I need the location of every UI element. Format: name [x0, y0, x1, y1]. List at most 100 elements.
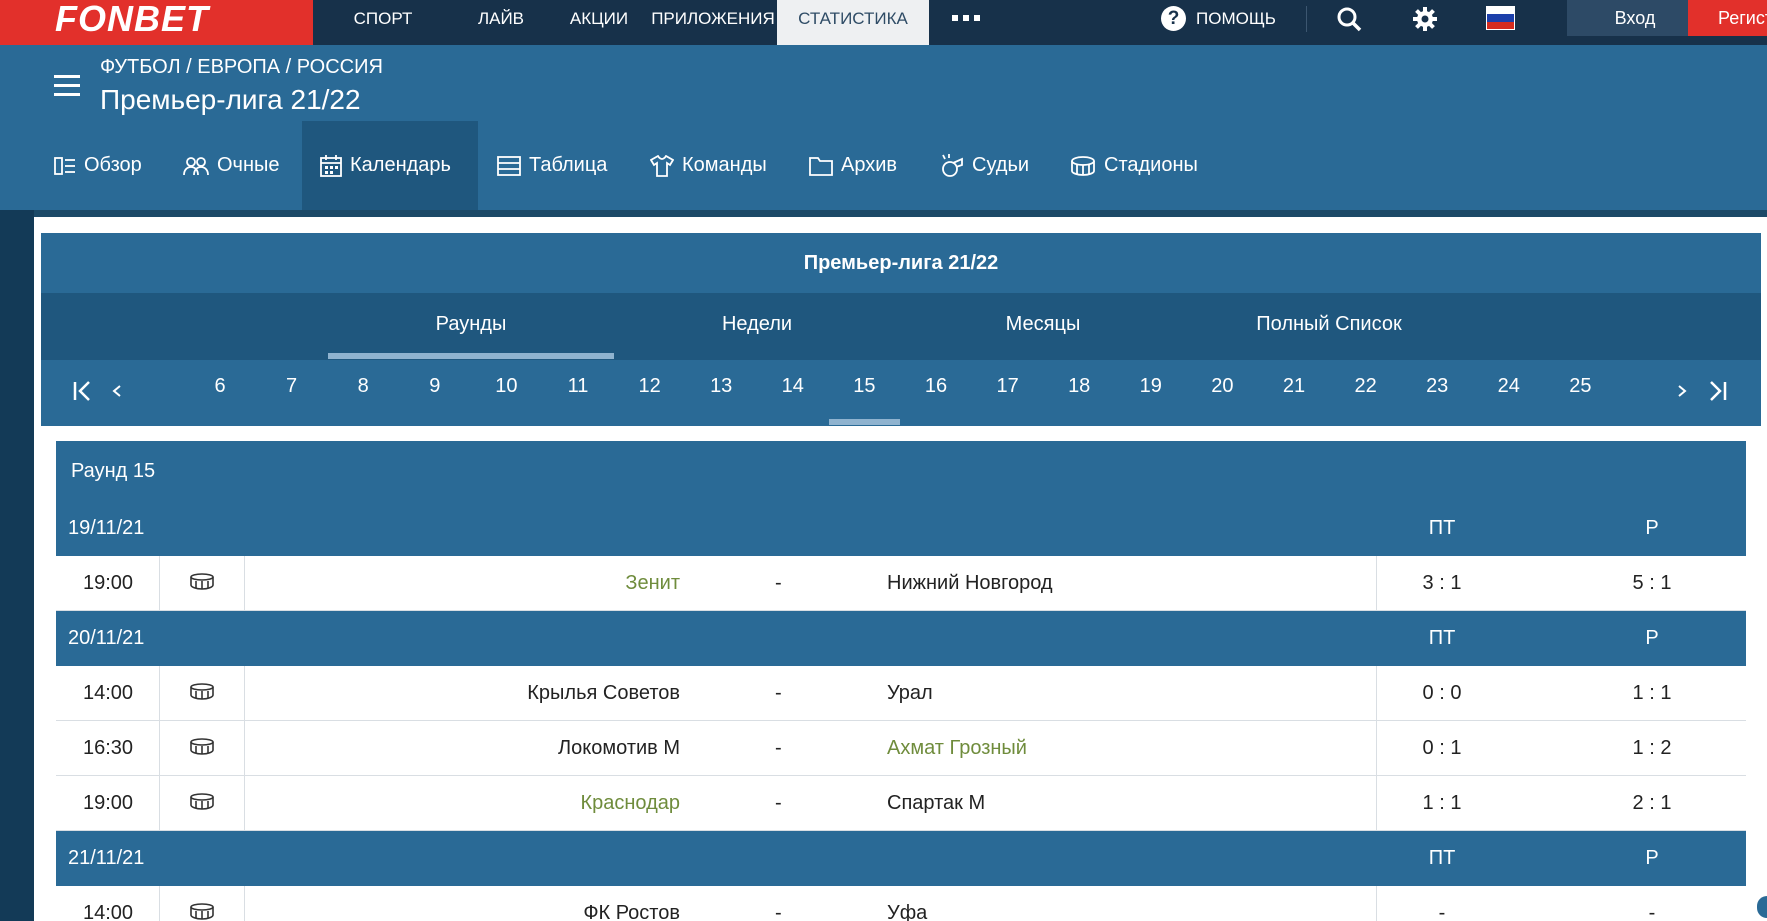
tab-archive-label: Архив [841, 154, 898, 176]
round-22[interactable]: 22 [1346, 375, 1386, 398]
away-team[interactable]: Уфа [887, 902, 927, 921]
away-team[interactable]: Спартак М [887, 792, 985, 815]
fulltime-score[interactable]: 1 : 2 [1612, 737, 1692, 760]
tab-calendar-label: Календарь [350, 154, 451, 176]
head-to-head-icon [183, 156, 209, 175]
stadium-icon [1071, 155, 1095, 176]
halftime-score: 1 : 1 [1422, 792, 1462, 814]
tab-referees[interactable]: Судьи [922, 121, 1047, 210]
tab-full-list[interactable]: Полный Список [1186, 293, 1472, 360]
breadcrumb[interactable]: ФУТБОЛ / ЕВРОПА / РОССИЯ [100, 56, 383, 79]
fulltime-score[interactable]: 1 : 1 [1612, 682, 1692, 705]
stadium-icon[interactable] [189, 573, 215, 597]
topnav-statistics[interactable]: СТАТИСТИКА [777, 0, 929, 45]
round-6[interactable]: 6 [200, 375, 240, 398]
home-team[interactable]: Локомотив М [246, 737, 680, 760]
match-date: 20/11/21 [68, 627, 145, 649]
round-17[interactable]: 17 [988, 375, 1028, 398]
match-row[interactable]: 16:30 Локомотив М - Ахмат Грозный 0 : 1 1 : 2 [56, 721, 1746, 776]
active-tab-indicator [328, 353, 614, 359]
fulltime-score[interactable]: 5 : 1 [1612, 572, 1692, 595]
away-team[interactable]: Нижний Новгород [887, 572, 1053, 595]
home-team[interactable]: Крылья Советов [246, 682, 680, 705]
match-row[interactable]: 14:00 Крылья Советов - Урал 0 : 0 1 : 1 [56, 666, 1746, 721]
stadium-icon[interactable] [189, 683, 215, 707]
round-23[interactable]: 23 [1417, 375, 1457, 398]
overview-icon [54, 156, 75, 175]
tab-stadiums-label: Стадионы [1104, 154, 1198, 176]
match-time: 16:30 [82, 737, 134, 759]
gear-icon[interactable] [1412, 6, 1438, 37]
round-7[interactable]: 7 [272, 375, 312, 398]
halftime-score: - [1438, 902, 1446, 921]
tab-weeks[interactable]: Недели [614, 293, 900, 360]
round-9[interactable]: 9 [415, 375, 455, 398]
topnav-sport[interactable]: СПОРТ [313, 0, 453, 45]
day-header: 19/11/21 ПТ Р [56, 501, 1746, 556]
register-button[interactable]: Регистрация [1688, 0, 1767, 36]
tab-teams-label: Команды [682, 154, 767, 176]
tab-rounds[interactable]: Раунды [328, 293, 614, 360]
topnav-apps[interactable]: ПРИЛОЖЕНИЯ [649, 0, 777, 45]
next-round-icon[interactable] [1677, 380, 1689, 409]
topnav-live[interactable]: ЛАЙВ [453, 0, 549, 45]
round-24[interactable]: 24 [1489, 375, 1529, 398]
login-button[interactable]: Вход [1567, 0, 1703, 36]
tab-archive[interactable]: Архив [791, 121, 915, 210]
russia-flag-icon[interactable] [1486, 6, 1515, 30]
menu-icon[interactable] [54, 75, 80, 97]
round-15[interactable]: 15 [844, 375, 884, 398]
home-team[interactable]: Зенит [246, 572, 680, 595]
first-round-icon[interactable] [72, 380, 94, 409]
tab-referees-label: Судьи [972, 154, 1030, 176]
tab-teams[interactable]: Команды [632, 121, 785, 210]
tab-calendar[interactable]: Календарь [302, 121, 478, 210]
round-19[interactable]: 19 [1131, 375, 1171, 398]
help-label: ПОМОЩЬ [1196, 8, 1276, 28]
round-21[interactable]: 21 [1274, 375, 1314, 398]
tab-stadiums[interactable]: Стадионы [1052, 121, 1216, 210]
fulltime-column-header: Р [1645, 517, 1659, 539]
score-separator: - [775, 572, 782, 594]
side-strip [0, 210, 34, 921]
help-icon: ? [1161, 6, 1186, 31]
match-row[interactable]: 19:00 Краснодар - Спартак М 1 : 1 2 : 1 [56, 776, 1746, 831]
fulltime-score[interactable]: 2 : 1 [1612, 792, 1692, 815]
fulltime-score[interactable]: - [1612, 902, 1692, 921]
page-title: Премьер-лига 21/22 [100, 84, 361, 115]
home-team[interactable]: Краснодар [246, 792, 680, 815]
search-icon[interactable] [1336, 6, 1362, 37]
away-team[interactable]: Ахмат Грозный [887, 737, 1027, 760]
round-10[interactable]: 10 [486, 375, 526, 398]
round-20[interactable]: 20 [1202, 375, 1242, 398]
tab-months[interactable]: Месяцы [900, 293, 1186, 360]
home-team[interactable]: ФК Ростов [246, 902, 680, 921]
topnav-promos[interactable]: АКЦИИ [549, 0, 649, 45]
help-button[interactable]: ? ПОМОЩЬ [1161, 6, 1276, 31]
match-row[interactable]: 19:00 Зенит - Нижний Новгород 3 : 1 5 : 1 [56, 556, 1746, 611]
active-round-indicator [829, 419, 900, 425]
round-18[interactable]: 18 [1059, 375, 1099, 398]
away-team[interactable]: Урал [887, 682, 933, 705]
calendar-icon [320, 154, 342, 177]
round-25[interactable]: 25 [1560, 375, 1600, 398]
round-14[interactable]: 14 [773, 375, 813, 398]
tab-overview[interactable]: Обзор [36, 121, 160, 210]
round-16[interactable]: 16 [916, 375, 956, 398]
halftime-column-header: ПТ [1428, 517, 1456, 539]
stadium-icon[interactable] [189, 903, 215, 921]
stadium-icon[interactable] [189, 793, 215, 817]
round-8[interactable]: 8 [343, 375, 383, 398]
round-13[interactable]: 13 [701, 375, 741, 398]
last-round-icon[interactable] [1706, 380, 1728, 409]
tab-head-to-head[interactable]: Очные [165, 121, 298, 210]
more-icon[interactable] [952, 15, 980, 21]
halftime-score: 0 : 0 [1422, 682, 1462, 704]
fonbet-logo[interactable]: FONBET [0, 0, 313, 45]
match-row[interactable]: 14:00 ФК Ростов - Уфа - - [56, 886, 1746, 921]
round-11[interactable]: 11 [558, 375, 598, 398]
round-12[interactable]: 12 [630, 375, 670, 398]
tab-table[interactable]: Таблица [479, 121, 625, 210]
prev-round-icon[interactable] [110, 380, 122, 409]
stadium-icon[interactable] [189, 738, 215, 762]
